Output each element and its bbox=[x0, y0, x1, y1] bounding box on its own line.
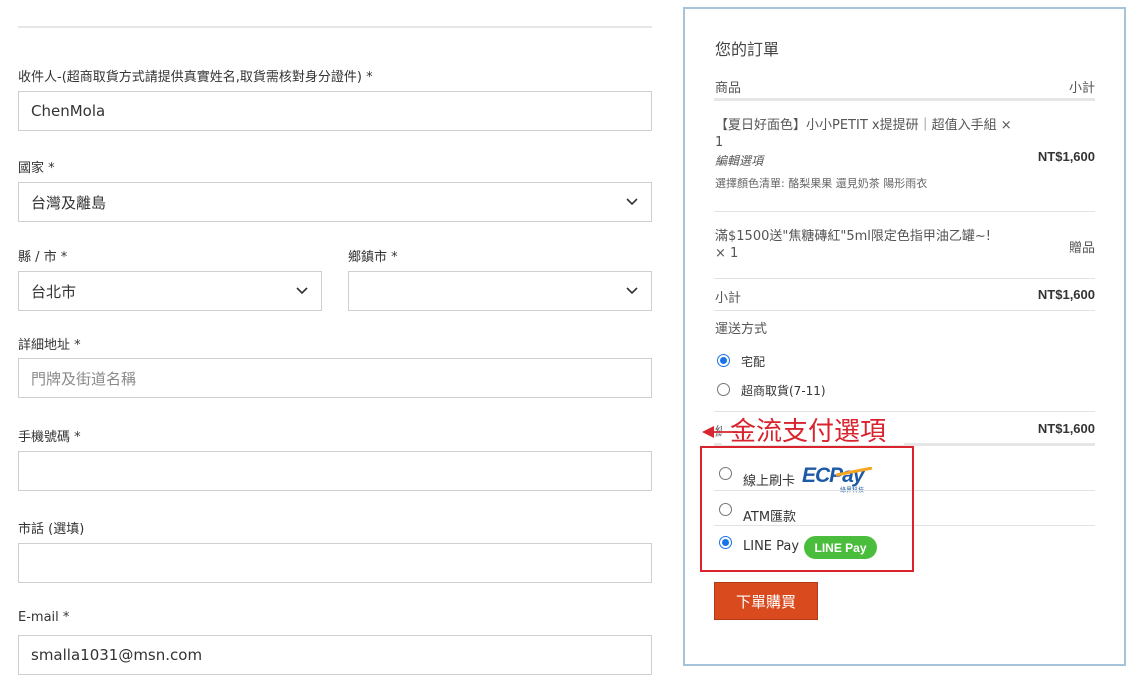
county-value: 台北市 bbox=[31, 282, 77, 301]
shipping-radio-home[interactable] bbox=[717, 354, 730, 367]
place-order-button[interactable]: 下單購買 bbox=[714, 582, 818, 620]
header-divider bbox=[714, 98, 1095, 101]
annotation-text: 金流支付選項 bbox=[730, 417, 887, 447]
phone-input[interactable] bbox=[18, 543, 652, 583]
shipping-label: 運送方式 bbox=[715, 322, 768, 337]
form-top-divider bbox=[18, 26, 652, 28]
town-select[interactable] bbox=[348, 271, 652, 311]
subtotal-divider bbox=[714, 310, 1095, 311]
item1-edit-link[interactable]: 編輯選項 bbox=[715, 152, 763, 169]
email-label: E-mail * bbox=[18, 610, 70, 625]
item-divider bbox=[714, 211, 1095, 212]
annotation-highlight-box bbox=[700, 446, 914, 572]
shipping-option-store: 超商取貨(7-11) bbox=[741, 384, 826, 398]
subtotal-label: 小計 bbox=[715, 291, 742, 306]
mobile-input[interactable] bbox=[18, 451, 652, 491]
mobile-label: 手機號碼 * bbox=[18, 430, 81, 445]
email-value: smalla1031@msn.com bbox=[31, 646, 203, 664]
chevron-down-icon bbox=[626, 198, 638, 206]
item1-name: 【夏日好面色】小小PETIT x提提研｜超值入手組 × 1 bbox=[715, 118, 1012, 150]
shipping-radio-store[interactable] bbox=[717, 383, 730, 396]
order-title: 您的訂單 bbox=[715, 40, 780, 59]
chevron-down-icon bbox=[626, 287, 638, 295]
item2-name: 滿$1500送"焦糖磚紅"5ml限定色指甲油乙罐~! × 1 bbox=[715, 229, 991, 261]
address-label: 詳細地址 * bbox=[18, 338, 81, 353]
recipient-input[interactable]: ChenMola bbox=[18, 91, 652, 131]
town-label: 鄉鎮市 * bbox=[348, 250, 398, 265]
phone-label: 市話 (選填) bbox=[18, 522, 85, 537]
total-value: NT$1,600 bbox=[1037, 421, 1095, 436]
col-product-header: 商品 bbox=[715, 81, 742, 96]
country-select[interactable]: 台灣及離島 bbox=[18, 182, 652, 222]
country-value: 台灣及離島 bbox=[31, 193, 107, 212]
email-input[interactable]: smalla1031@msn.com bbox=[18, 635, 652, 675]
country-label: 國家 * bbox=[18, 161, 55, 176]
recipient-value: ChenMola bbox=[31, 102, 106, 120]
subtotal-value: NT$1,600 bbox=[1037, 287, 1095, 302]
county-select[interactable]: 台北市 bbox=[18, 271, 322, 311]
address-placeholder: 門牌及街道名稱 bbox=[31, 369, 137, 388]
address-input[interactable]: 門牌及街道名稱 bbox=[18, 358, 652, 398]
item2-qty: × 1 bbox=[715, 246, 739, 261]
annotation-arrow-icon bbox=[702, 426, 738, 438]
item2-price: 贈品 bbox=[1068, 241, 1095, 256]
chevron-down-icon bbox=[296, 287, 308, 295]
col-subtotal-header: 小計 bbox=[1068, 81, 1095, 96]
item1-options: 選擇顏色清單: 酪梨果果 還見奶茶 陽形雨衣 bbox=[715, 177, 928, 190]
recipient-label: 收件人-(超商取貨方式請提供真實姓名,取貨需核對身分證件) * bbox=[18, 70, 373, 85]
item-divider bbox=[714, 278, 1095, 279]
county-label: 縣 / 市 * bbox=[18, 250, 68, 265]
item1-price: NT$1,600 bbox=[1037, 149, 1095, 164]
shipping-option-home: 宅配 bbox=[741, 355, 766, 369]
